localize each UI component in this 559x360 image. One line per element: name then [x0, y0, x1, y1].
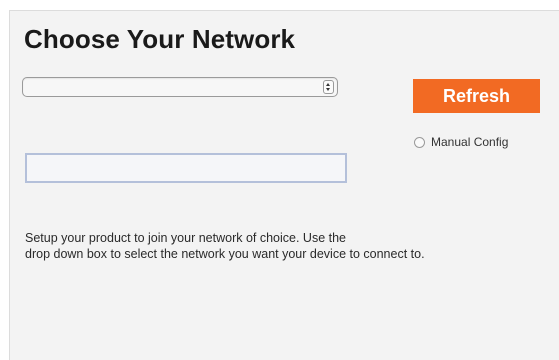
- instructions-line-2: drop down box to select the network you …: [25, 247, 425, 261]
- page-title: Choose Your Network: [24, 24, 296, 54]
- up-down-arrows-icon: [323, 80, 334, 94]
- network-name-input[interactable]: [25, 153, 347, 183]
- manual-config-option[interactable]: Manual Config: [414, 135, 508, 149]
- setup-instructions: Setup your product to join your network …: [25, 230, 525, 262]
- manual-config-radio[interactable]: [414, 136, 425, 148]
- network-setup-panel: Choose Your Network Refresh Manual Confi…: [9, 10, 559, 360]
- refresh-button[interactable]: Refresh: [413, 79, 540, 113]
- manual-config-label: Manual Config: [431, 135, 509, 149]
- network-select[interactable]: [22, 77, 338, 97]
- instructions-line-1: Setup your product to join your network …: [25, 231, 347, 245]
